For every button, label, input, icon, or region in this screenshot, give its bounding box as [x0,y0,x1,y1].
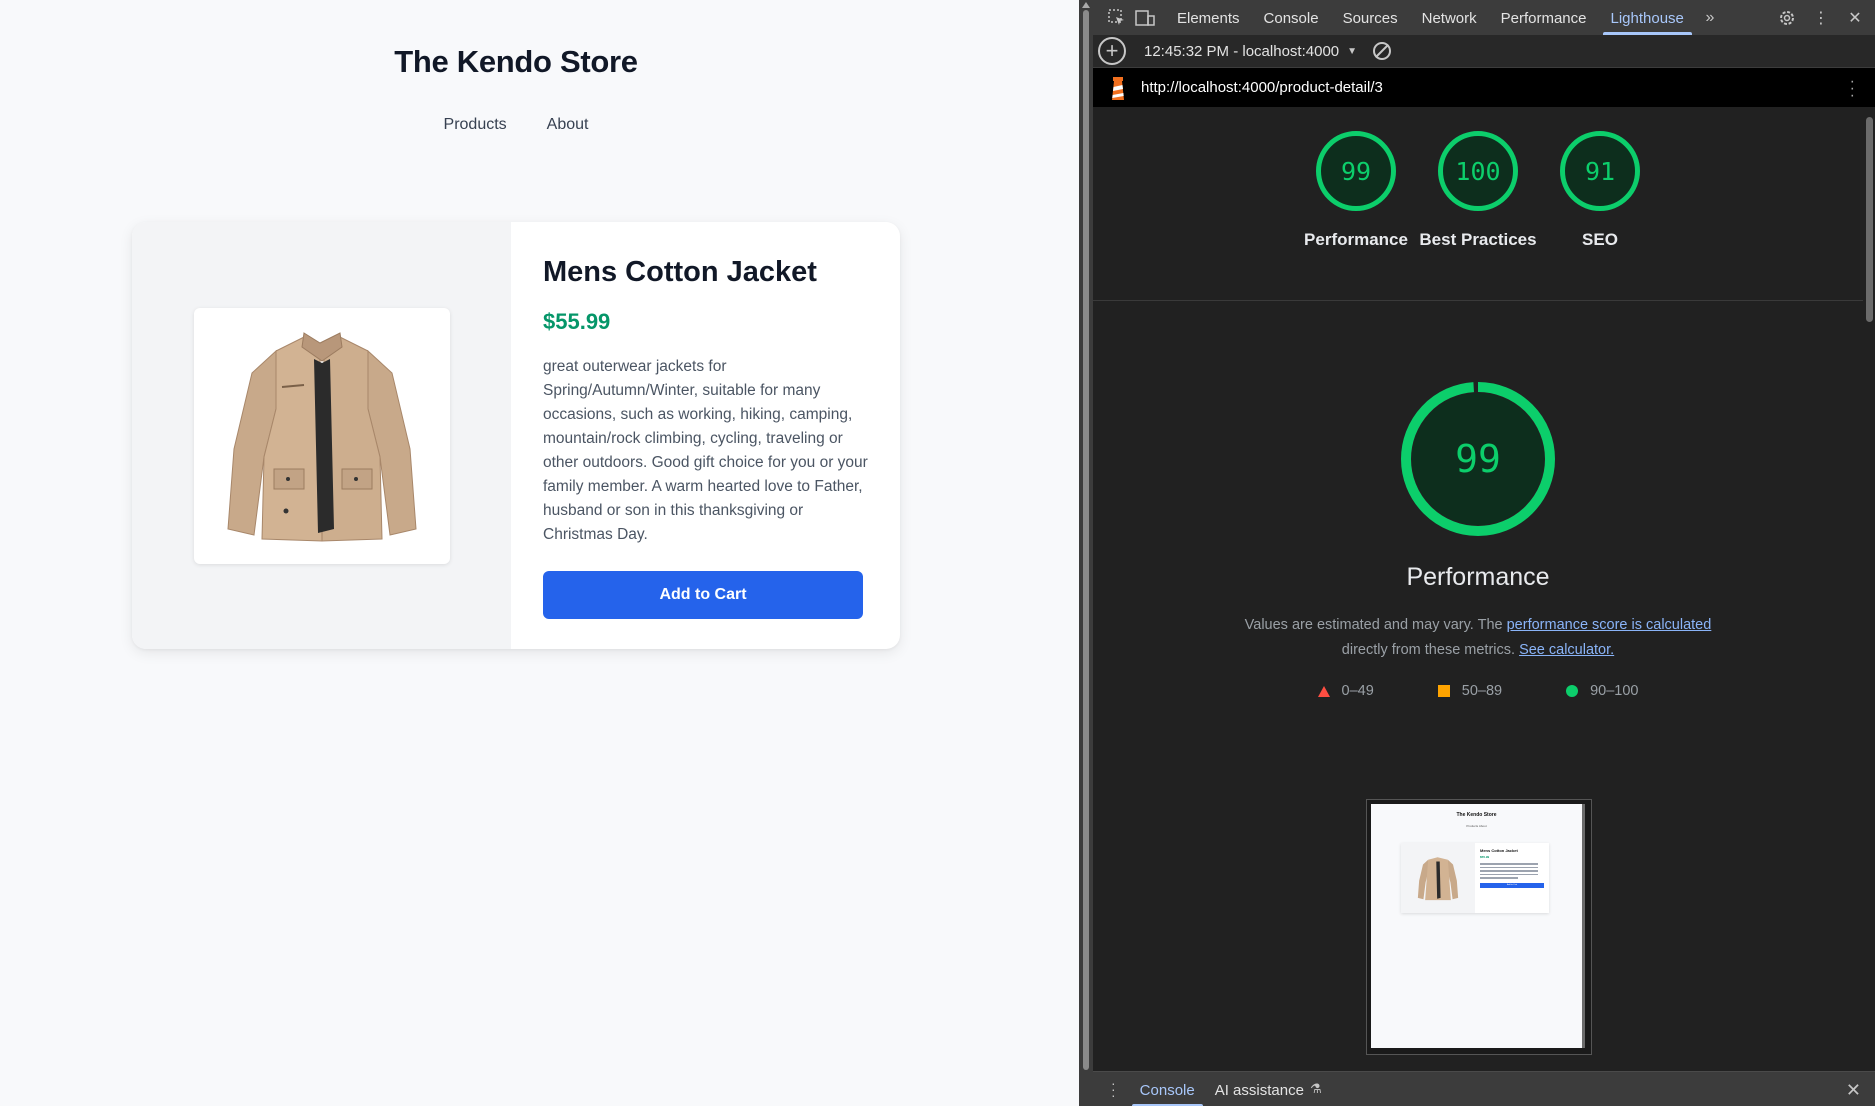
gauge-score: 91 [1560,131,1640,211]
legend-label: 50–89 [1461,683,1503,699]
chevron-down-icon: ▼ [1347,45,1358,57]
report-url-bar: http://localhost:4000/product-detail/3 ·… [1093,68,1875,107]
clear-reports-icon[interactable] [1373,42,1392,60]
average-square-icon [1437,685,1450,697]
add-to-cart-button[interactable]: Add to Cart [543,571,863,619]
legend-label: 0–49 [1341,683,1374,699]
thumb-text-line [1480,873,1538,875]
product-media [132,222,511,649]
performance-score-link[interactable]: performance score is calculated [1507,617,1712,633]
score-legend: 0–49 50–89 90–100 [1093,683,1863,699]
more-tabs-icon[interactable]: » [1696,0,1724,35]
close-devtools-icon[interactable]: ✕ [1841,0,1869,35]
device-toolbar-icon[interactable] [1131,0,1159,35]
settings-gear-icon[interactable] [1773,0,1801,35]
gauge-label: Performance [1304,230,1408,249]
pass-circle-icon [1566,685,1579,697]
gauge-score: 99 [1316,131,1396,211]
nav-link-products[interactable]: Products [444,116,507,134]
gauge-label: Best Practices [1419,230,1537,249]
product-name: Mens Cotton Jacket [543,256,817,288]
thumb-text-line [1480,870,1538,872]
product-card: Mens Cotton Jacket $55.99 great outerwea… [132,222,900,649]
drawer-menu-icon[interactable]: · · · [1111,1076,1116,1102]
thumb-jacket-icon [1401,843,1475,913]
tab-console[interactable]: Console [1252,0,1331,35]
screenshot-preview: The Kendo Store Products About Mens Cott… [1371,804,1585,1048]
score-gauges: 99 Performance 100 Best Practices 91 SEO [1093,131,1863,252]
see-calculator-link[interactable]: See calculator. [1519,642,1614,658]
report-scrollbar[interactable] [1863,107,1875,1071]
report-select-label: 12:45:32 PM - localhost:4000 [1144,42,1340,60]
drawer-tab-console[interactable]: Console [1130,1072,1205,1106]
store-nav: Products About [0,116,1032,134]
lighthouse-toolbar: + 12:45:32 PM - localhost:4000 ▼ [1093,35,1875,68]
product-price: $55.99 [543,309,611,334]
report-menu-icon[interactable]: · · · [1850,74,1855,104]
jacket-icon [226,331,417,542]
legend-fail: 0–49 [1317,683,1374,699]
store-title: The Kendo Store [394,44,638,79]
thumb-text-line [1480,866,1538,868]
tab-elements[interactable]: Elements [1165,0,1252,35]
jacket-image [193,307,450,564]
inspect-element-icon[interactable] [1103,0,1131,35]
devtools-tabbar: Elements Console Sources Network Perform… [1093,0,1875,35]
tab-performance[interactable]: Performance [1489,0,1599,35]
nav-link-about[interactable]: About [547,116,589,134]
tab-network[interactable]: Network [1410,0,1489,35]
performance-score: 99 [1455,437,1501,481]
legend-average: 50–89 [1437,683,1503,699]
thumb-nav: Products About [1466,824,1487,828]
gauge-label: SEO [1582,230,1618,249]
legend-label: 90–100 [1590,683,1639,699]
thumb-text-line [1480,863,1538,865]
close-drawer-icon[interactable]: ✕ [1846,1080,1861,1101]
desc-text: directly from these metrics. [1341,642,1520,658]
legend-pass: 90–100 [1566,683,1638,699]
gauge-best-practices[interactable]: 100 Best Practices [1419,131,1537,252]
section-divider [1093,300,1863,301]
lighthouse-report: 99 Performance 100 Best Practices 91 SEO… [1093,107,1863,1071]
devtools-actions: ⋮ ✕ [1773,0,1869,35]
devtools-panel: Elements Console Sources Network Perform… [1093,0,1875,1106]
thumb-button: Add to Cart [1480,882,1544,888]
report-select[interactable]: 12:45:32 PM - localhost:4000 ▼ [1144,43,1357,60]
lighthouse-logo-icon [1112,76,1124,100]
product-description: great outerwear jackets for Spring/Autum… [543,358,868,543]
thumb-title: The Kendo Store [1456,812,1497,818]
store-page: The Kendo Store Products About Mens Cott… [0,0,1079,1106]
thumb-details: Mens Cotton Jacket $55.99 Add to Cart [1475,843,1549,913]
thumb-text-line [1480,877,1519,879]
thumb-product-name: Mens Cotton Jacket [1480,848,1518,853]
gauge-score: 100 [1438,131,1518,211]
desc-text: Values are estimated and may vary. The [1244,617,1507,633]
report-scrollbar-thumb[interactable] [1866,117,1873,322]
product-details: Mens Cotton Jacket $55.99 great outerwea… [511,222,900,649]
page-scrollbar-thumb[interactable] [1083,10,1089,1070]
tab-sources[interactable]: Sources [1331,0,1410,35]
scroll-up-arrow-icon[interactable] [1082,2,1090,8]
report-url: http://localhost:4000/product-detail/3 [1141,79,1383,96]
console-drawer: · · · Console AI assistance ⚗ ✕ [1093,1071,1875,1106]
fail-triangle-icon [1317,685,1330,697]
more-options-icon[interactable]: ⋮ [1807,0,1835,35]
thumb-price: $55.99 [1480,855,1490,859]
gauge-performance[interactable]: 99 Performance [1304,131,1408,252]
final-screenshot[interactable]: The Kendo Store Products About Mens Cott… [1366,799,1592,1055]
tab-lighthouse[interactable]: Lighthouse [1599,0,1696,35]
performance-description: Values are estimated and may vary. The p… [1213,613,1743,663]
devtools-splitter[interactable] [1079,0,1093,1106]
performance-title: Performance [1406,563,1550,591]
thumb-card: Mens Cotton Jacket $55.99 Add to Cart [1401,843,1549,913]
gauge-seo[interactable]: 91 SEO [1560,131,1640,252]
new-report-plus-icon[interactable]: + [1098,37,1126,65]
drawer-tab-ai-assistance[interactable]: AI assistance [1205,1072,1314,1106]
